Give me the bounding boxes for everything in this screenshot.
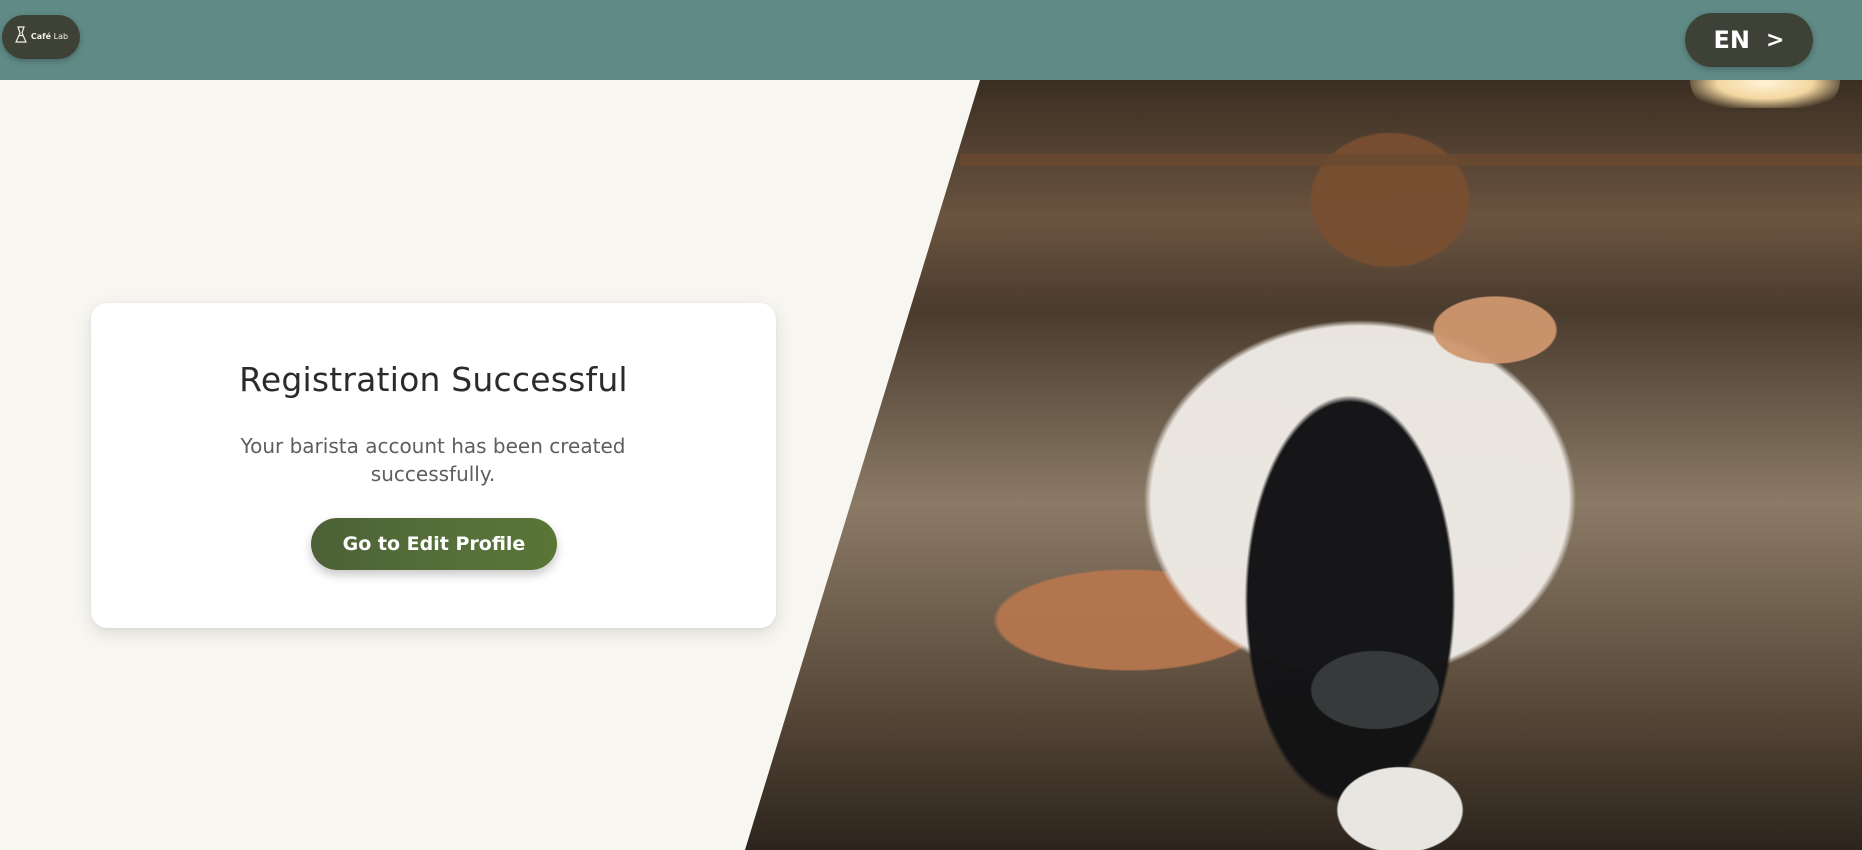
logo-text: Café Lab [31,33,68,41]
language-label: EN [1713,26,1751,54]
shelf [960,154,1862,166]
chevron-right-icon: > [1766,27,1785,53]
hanging-lamp [1690,80,1840,108]
chemex-icon [14,26,28,48]
logo-brand-bold: Café [30,32,52,41]
registration-success-card: Registration Successful Your barista acc… [91,303,776,628]
language-selector-button[interactable]: EN > [1685,13,1813,67]
logo-brand-light: Lab [53,32,69,41]
success-message: Your barista account has been created su… [240,434,626,486]
cafe-lab-logo[interactable]: Café Lab [2,15,80,59]
go-to-edit-profile-button[interactable]: Go to Edit Profile [311,518,557,570]
card-title: Registration Successful [239,360,628,399]
top-header: Café Lab EN > [0,0,1862,80]
